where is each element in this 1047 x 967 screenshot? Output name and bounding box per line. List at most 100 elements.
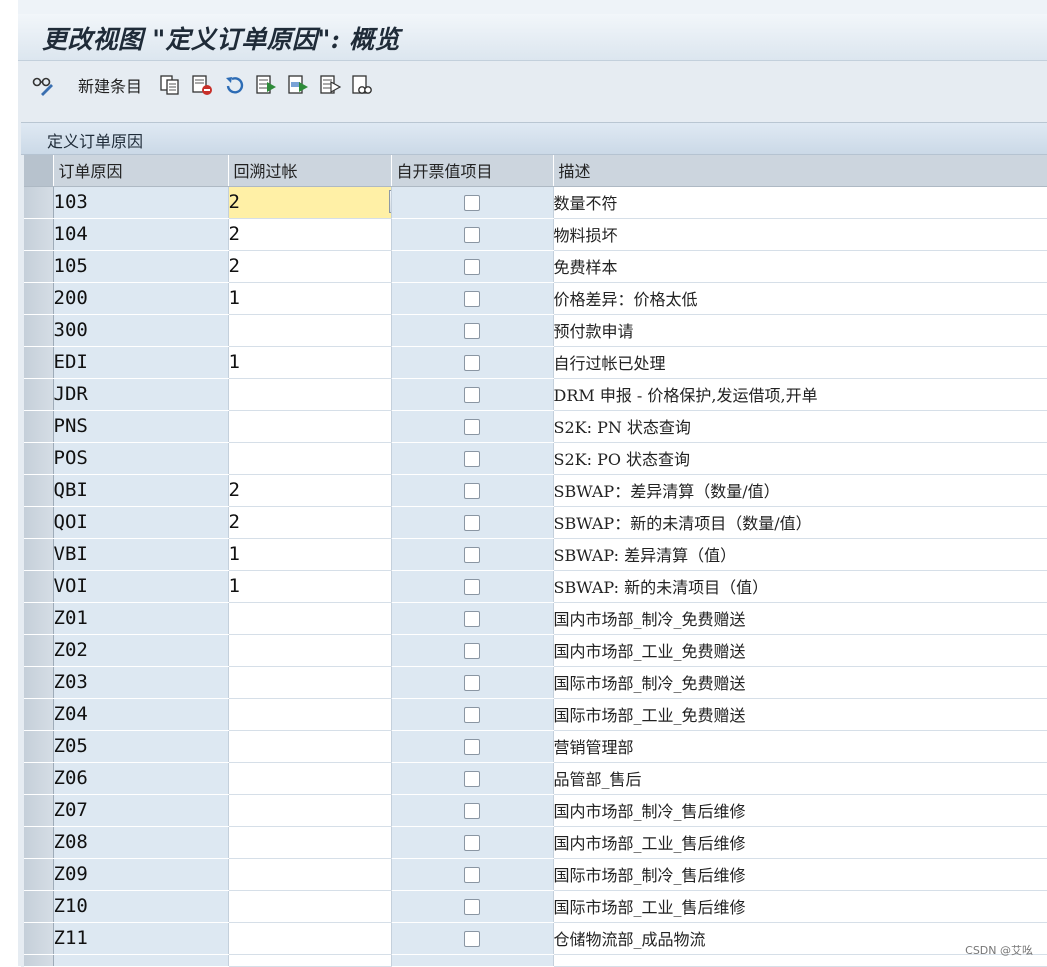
row-selector[interactable] [24, 538, 54, 571]
row-selector[interactable] [24, 698, 54, 731]
retroactive-posting-field[interactable] [228, 602, 392, 635]
row-selector[interactable] [24, 474, 54, 507]
self-billing-checkbox[interactable] [464, 707, 480, 723]
self-billing-checkbox[interactable] [464, 931, 480, 947]
self-billing-checkbox[interactable] [464, 835, 480, 851]
description-field[interactable]: 国内市场部_制冷_售后维修 [553, 794, 1047, 827]
self-billing-checkbox[interactable] [464, 899, 480, 915]
copy-as-button[interactable] [158, 71, 182, 99]
new-entries-button[interactable]: 新建条目 [70, 71, 150, 99]
select-all-rows-button[interactable] [24, 155, 54, 187]
description-field[interactable]: 国际市场部_制冷_售后维修 [553, 858, 1047, 891]
description-field[interactable]: 国际市场部_制冷_免费赠送 [553, 666, 1047, 699]
self-billing-checkbox[interactable] [464, 483, 480, 499]
description-field[interactable]: DRM 申报 - 价格保护,发运借项,开单 [553, 378, 1047, 411]
delete-button[interactable] [190, 71, 214, 99]
self-billing-checkbox[interactable] [464, 451, 480, 467]
retroactive-posting-field[interactable] [228, 762, 392, 795]
description-field[interactable]: 预付款申请 [553, 314, 1047, 347]
description-field[interactable]: 品管部_售后 [553, 762, 1047, 795]
row-selector[interactable] [24, 730, 54, 763]
self-billing-checkbox[interactable] [464, 195, 480, 211]
description-field[interactable]: SBWAP：新的未清项目（数量/值） [553, 506, 1047, 539]
self-billing-checkbox[interactable] [464, 547, 480, 563]
self-billing-checkbox[interactable] [464, 867, 480, 883]
description-field[interactable]: 自行过帐已处理 [553, 346, 1047, 379]
self-billing-checkbox[interactable] [464, 579, 480, 595]
row-selector[interactable] [24, 666, 54, 699]
retroactive-posting-field[interactable]: 2 [228, 250, 392, 283]
description-field[interactable]: 数量不符 [553, 186, 1047, 219]
retroactive-posting-field[interactable] [228, 634, 392, 667]
self-billing-checkbox[interactable] [464, 419, 480, 435]
retroactive-posting-field[interactable]: 1 [228, 538, 392, 571]
retroactive-posting-field[interactable]: 2 [228, 506, 392, 539]
row-selector[interactable] [24, 794, 54, 827]
description-field[interactable]: 国际市场部_工业_售后维修 [553, 890, 1047, 923]
display-change-button[interactable] [28, 71, 58, 99]
row-selector[interactable] [24, 314, 54, 347]
retroactive-posting-field[interactable] [228, 890, 392, 923]
row-selector[interactable] [24, 218, 54, 251]
row-selector[interactable] [24, 922, 54, 955]
self-billing-checkbox[interactable] [464, 675, 480, 691]
row-selector[interactable] [24, 346, 54, 379]
retroactive-posting-field[interactable] [228, 794, 392, 827]
row-selector[interactable] [24, 634, 54, 667]
description-field[interactable]: 国内市场部_制冷_免费赠送 [553, 602, 1047, 635]
column-header-retroactive-posting[interactable]: 回溯过帐 [228, 155, 392, 187]
row-selector[interactable] [24, 858, 54, 891]
row-selector[interactable] [24, 602, 54, 635]
retroactive-posting-field[interactable] [228, 698, 392, 731]
self-billing-checkbox[interactable] [464, 739, 480, 755]
value-help-button[interactable] [388, 189, 390, 213]
retroactive-posting-field[interactable]: 1 [228, 282, 392, 315]
self-billing-checkbox[interactable] [464, 259, 480, 275]
self-billing-checkbox[interactable] [464, 227, 480, 243]
other-view-button[interactable] [350, 71, 374, 99]
description-field[interactable]: SBWAP：差异清算（数量/值） [553, 474, 1047, 507]
description-field[interactable]: 国内市场部_工业_免费赠送 [553, 634, 1047, 667]
description-field[interactable]: 免费样本 [553, 250, 1047, 283]
description-field[interactable]: 国际市场部_工业_免费赠送 [553, 698, 1047, 731]
retroactive-posting-field[interactable]: 1 [228, 346, 392, 379]
row-selector[interactable] [24, 410, 54, 443]
description-field[interactable]: S2K: PN 状态查询 [553, 410, 1047, 443]
self-billing-checkbox[interactable] [464, 771, 480, 787]
self-billing-checkbox[interactable] [464, 291, 480, 307]
retroactive-posting-field[interactable] [228, 826, 392, 859]
description-field[interactable]: 物料损坏 [553, 218, 1047, 251]
row-selector[interactable] [24, 570, 54, 603]
row-selector[interactable] [24, 442, 54, 475]
column-header-order-reason[interactable]: 订单原因 [53, 155, 229, 187]
self-billing-checkbox[interactable] [464, 515, 480, 531]
self-billing-checkbox[interactable] [464, 611, 480, 627]
description-field[interactable]: 价格差异：价格太低 [553, 282, 1047, 315]
self-billing-checkbox[interactable] [464, 643, 480, 659]
description-field[interactable]: S2K: PO 状态查询 [553, 442, 1047, 475]
row-selector[interactable] [24, 506, 54, 539]
retroactive-posting-field[interactable]: 2 [228, 218, 392, 251]
retroactive-posting-field[interactable] [228, 858, 392, 891]
retroactive-posting-field[interactable] [228, 730, 392, 763]
undo-change-button[interactable] [222, 71, 246, 99]
row-selector[interactable] [24, 890, 54, 923]
retroactive-posting-field[interactable] [228, 314, 392, 347]
description-field[interactable]: SBWAP: 差异清算（值） [553, 538, 1047, 571]
retroactive-posting-field[interactable] [228, 378, 392, 411]
select-block-button[interactable] [286, 71, 310, 99]
row-selector[interactable] [24, 378, 54, 411]
retroactive-posting-field[interactable]: 2 [228, 186, 392, 219]
self-billing-checkbox[interactable] [464, 355, 480, 371]
retroactive-posting-field[interactable]: 1 [228, 570, 392, 603]
row-selector[interactable] [24, 250, 54, 283]
retroactive-posting-field[interactable] [228, 922, 392, 955]
row-selector[interactable] [24, 282, 54, 315]
column-header-description[interactable]: 描述 [553, 155, 1047, 187]
description-field[interactable]: 营销管理部 [553, 730, 1047, 763]
retroactive-posting-field[interactable] [228, 410, 392, 443]
deselect-all-button[interactable] [318, 71, 342, 99]
retroactive-posting-field[interactable] [228, 666, 392, 699]
description-field[interactable]: SBWAP: 新的未清项目（值） [553, 570, 1047, 603]
row-selector[interactable] [24, 186, 54, 219]
